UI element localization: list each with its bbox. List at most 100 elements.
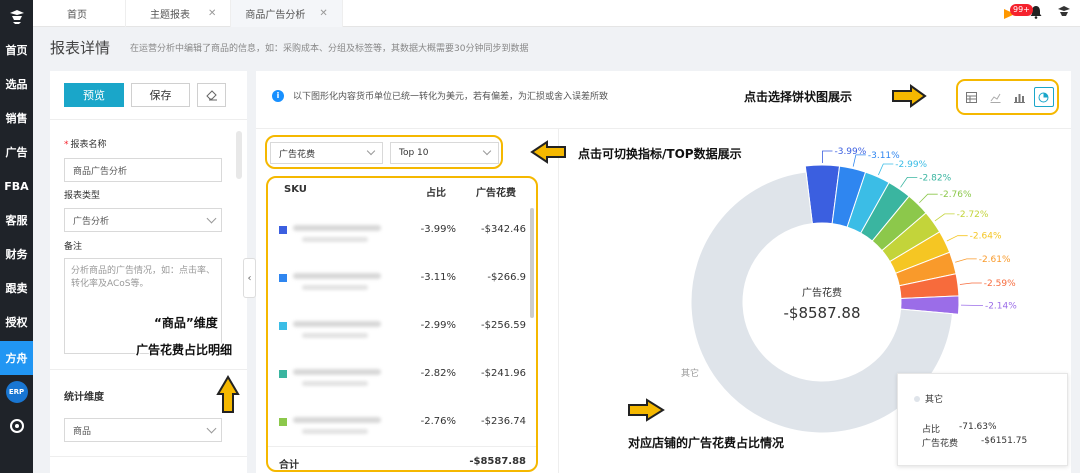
arrow-right-icon bbox=[892, 84, 927, 108]
nav-item-erp[interactable]: ERP bbox=[0, 375, 33, 409]
nav-item-follow[interactable]: 跟卖 bbox=[0, 271, 33, 305]
chevron-down-icon bbox=[206, 423, 217, 434]
tooltip-swatch bbox=[914, 396, 920, 402]
table-row[interactable]: -2.76% -$236.74 bbox=[268, 398, 536, 446]
annotation-dimension-tip: “商品”维度 bbox=[154, 316, 218, 330]
sku-table: SKU 占比 广告花费 -3.99% -$342.46 -3.11% -$266… bbox=[266, 176, 538, 472]
scrollbar[interactable] bbox=[236, 131, 242, 179]
table-total-row: 合计 -$8587.88 bbox=[268, 446, 536, 471]
ad-spend-cell: -$342.46 bbox=[481, 224, 526, 235]
nav-item-ads[interactable]: 广告 bbox=[0, 135, 33, 169]
report-name-input[interactable]: 商品广告分析 bbox=[64, 158, 222, 182]
metric-select[interactable]: 广告花费 bbox=[270, 142, 383, 164]
table-view-icon[interactable] bbox=[962, 87, 982, 107]
dimension-select[interactable]: 商品 bbox=[64, 418, 222, 442]
tab-label: 商品广告分析 bbox=[245, 9, 306, 21]
share-cell: -3.99% bbox=[420, 224, 456, 235]
collapse-panel-button[interactable]: ‹ bbox=[243, 258, 256, 298]
nav-item-auth[interactable]: 授权 bbox=[0, 305, 33, 339]
nav-item-finance[interactable]: 财务 bbox=[0, 237, 33, 271]
nav-item-selection[interactable]: 选品 bbox=[0, 67, 33, 101]
ad-spend-cell: -$256.59 bbox=[481, 320, 526, 331]
eraser-icon[interactable] bbox=[197, 83, 226, 107]
column-header-ad-spend: 广告花费 bbox=[476, 188, 516, 199]
table-scrollbar[interactable] bbox=[530, 208, 534, 318]
info-icon: i bbox=[272, 89, 284, 102]
user-avatar-icon[interactable] bbox=[1056, 4, 1072, 23]
page-description: 在运营分析中编辑了商品的信息，如：采购成本、分组及标签等，其数据大概需要30分钟… bbox=[130, 43, 529, 54]
nav-item-sales[interactable]: 销售 bbox=[0, 101, 33, 135]
flag-icon[interactable]: 99+ bbox=[1004, 3, 1033, 21]
top-tab-bar: 首页 主题报表 ✕ 商品广告分析 ✕ 99+ bbox=[33, 0, 1080, 27]
annotation-pie-tip: 点击选择饼状图展示 bbox=[744, 90, 853, 104]
table-row[interactable]: -3.99% -$342.46 bbox=[268, 206, 536, 254]
top-n-select[interactable]: Top 10 bbox=[390, 142, 499, 164]
series-color-swatch bbox=[279, 322, 287, 330]
close-icon[interactable]: ✕ bbox=[208, 8, 216, 19]
ad-spend-cell: -$241.96 bbox=[481, 368, 526, 379]
line-chart-icon[interactable] bbox=[986, 87, 1006, 107]
ad-spend-cell: -$236.74 bbox=[481, 416, 526, 427]
series-color-swatch bbox=[279, 274, 287, 282]
tooltip-pct-label: 占比 bbox=[922, 425, 941, 435]
report-type-label: 报表类型 bbox=[64, 191, 101, 201]
table-row[interactable]: -2.82% -$241.96 bbox=[268, 350, 536, 398]
notification-badge: 99+ bbox=[1010, 3, 1033, 16]
erp-icon: ERP bbox=[5, 381, 28, 403]
tab-product-ad-analysis[interactable]: 商品广告分析 ✕ bbox=[231, 0, 343, 27]
arrow-left-icon bbox=[530, 140, 566, 164]
ad-spend-cell: -$266.9 bbox=[487, 272, 526, 283]
info-text: 以下图形化内容货币单位已统一转化为美元，若有偏差，为汇损或舍入误差所致 bbox=[293, 92, 609, 102]
report-type-select[interactable]: 广告分析 bbox=[64, 208, 222, 232]
page-title: 报表详情 bbox=[50, 38, 111, 57]
chart-tooltip: 其它 占比 -71.63% 广告花费 -$6151.75 bbox=[897, 373, 1068, 466]
view-switcher bbox=[956, 79, 1059, 115]
nav-item-service[interactable]: 客服 bbox=[0, 203, 33, 237]
chevron-down-icon bbox=[206, 213, 217, 224]
total-label: 合计 bbox=[279, 460, 299, 471]
close-icon[interactable]: ✕ bbox=[319, 8, 327, 19]
total-value: -$8587.88 bbox=[469, 456, 526, 467]
info-banner: i 以下图形化内容货币单位已统一转化为美元，若有偏差，为汇损或舍入误差所致 bbox=[272, 89, 608, 102]
logo-icon[interactable] bbox=[0, 0, 33, 33]
tab-label: 主题报表 bbox=[150, 9, 190, 21]
tab-topic-report[interactable]: 主题报表 ✕ bbox=[126, 0, 232, 27]
share-cell: -2.82% bbox=[420, 368, 456, 379]
nav-item-home[interactable]: 首页 bbox=[0, 33, 33, 67]
table-row[interactable]: -2.99% -$256.59 bbox=[268, 302, 536, 350]
bar-chart-icon[interactable] bbox=[1010, 87, 1030, 107]
page-header: 报表详情 在运营分析中编辑了商品的信息，如：采购成本、分组及标签等，其数据大概需… bbox=[33, 27, 1080, 67]
settings-icon bbox=[9, 419, 24, 433]
pie-chart-icon[interactable] bbox=[1033, 87, 1054, 107]
save-button[interactable]: 保存 bbox=[131, 83, 190, 107]
selector-group: 广告花费 Top 10 bbox=[265, 135, 503, 169]
share-cell: -3.11% bbox=[420, 272, 456, 283]
series-color-swatch bbox=[279, 370, 287, 378]
report-name-label: * 报表名称 bbox=[64, 140, 107, 150]
left-nav: 首页 选品 销售 广告 FBA 客服 财务 跟卖 授权 方舟 ERP bbox=[0, 0, 33, 473]
tooltip-amt-label: 广告花费 bbox=[922, 439, 959, 449]
table-row[interactable]: -3.11% -$266.9 bbox=[268, 254, 536, 302]
tooltip-title: 其它 bbox=[925, 395, 944, 405]
chevron-down-icon bbox=[366, 146, 376, 156]
note-label: 备注 bbox=[64, 242, 83, 252]
nav-item-extra[interactable] bbox=[0, 409, 33, 443]
nav-item-ark[interactable]: 方舟 bbox=[0, 341, 33, 375]
share-cell: -2.99% bbox=[420, 320, 456, 331]
series-color-swatch bbox=[279, 418, 287, 426]
column-header-share: 占比 bbox=[426, 188, 446, 199]
preview-button[interactable]: 预览 bbox=[64, 83, 124, 107]
note-textarea[interactable]: 分析商品的广告情况，如：点击率、转化率及ACoS等。 bbox=[64, 258, 222, 354]
nav-item-fba[interactable]: FBA bbox=[0, 169, 33, 203]
annotation-store-tip: 对应店铺的广告花费占比情况 bbox=[628, 436, 785, 450]
annotation-switch-tip: 点击可切换指标/TOP数据展示 bbox=[578, 147, 742, 161]
tooltip-amt-value: -$6151.75 bbox=[981, 436, 1028, 446]
tab-home[interactable]: 首页 bbox=[33, 0, 126, 27]
arrow-up-icon bbox=[216, 375, 240, 413]
tooltip-pct-value: -71.63% bbox=[959, 422, 997, 432]
column-header-sku: SKU bbox=[284, 184, 307, 195]
dimension-label: 统计维度 bbox=[64, 392, 104, 403]
tab-label: 首页 bbox=[67, 9, 87, 21]
series-color-swatch bbox=[279, 226, 287, 234]
chevron-down-icon bbox=[482, 146, 492, 156]
